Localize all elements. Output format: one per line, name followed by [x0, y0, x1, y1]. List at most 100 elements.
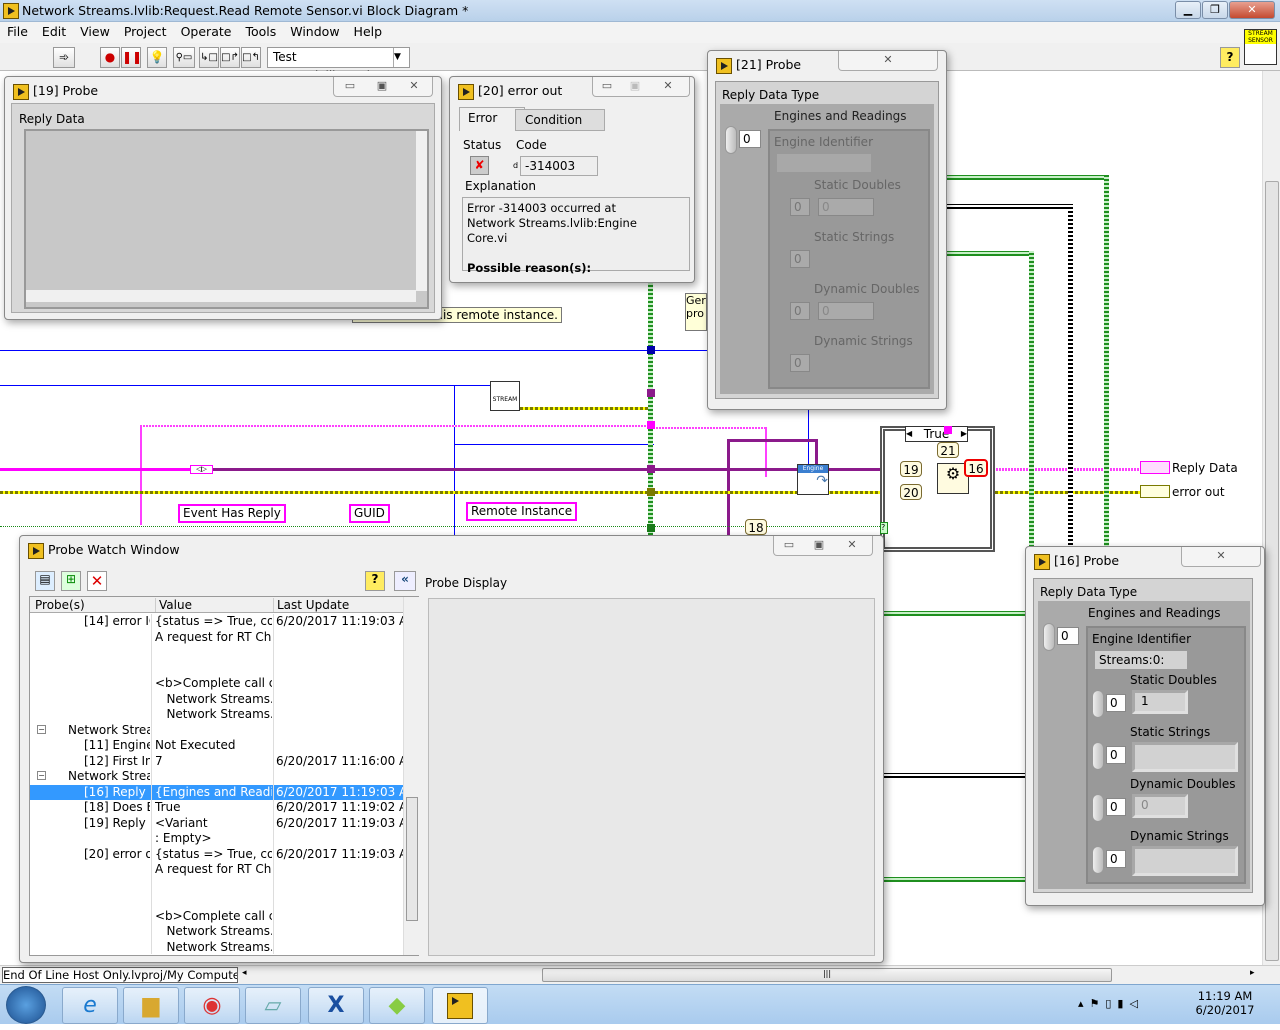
- probe-row[interactable]: [30, 645, 403, 660]
- close-button[interactable]: ✕: [1229, 1, 1275, 19]
- decrement-case-icon[interactable]: ◀: [906, 427, 912, 441]
- static-doubles-index[interactable]: 0: [1106, 694, 1126, 712]
- probe-row[interactable]: [20] error ou {status => True, code 6/20/2…: [30, 847, 403, 862]
- call-chain-dropdown[interactable]: Test Status.lvlib:Engine▼: [267, 47, 410, 83]
- static-strings-index[interactable]: 0: [1106, 746, 1126, 764]
- dynamic-doubles-spinner[interactable]: [1092, 794, 1104, 822]
- dynamic-strings-index[interactable]: 0: [1106, 850, 1126, 868]
- minimize-icon[interactable]: ▭: [593, 77, 621, 95]
- project-context[interactable]: End Of Line Host Only.lvproj/My Computer: [2, 967, 238, 983]
- minimize-button[interactable]: ▁: [1175, 1, 1201, 19]
- folder-app-icon[interactable]: ◆: [369, 987, 425, 1024]
- menu-operate[interactable]: Operate: [174, 22, 239, 41]
- probe-row[interactable]: [30, 661, 403, 676]
- scroll-thumb[interactable]: [1265, 181, 1279, 961]
- probe-row[interactable]: <b>Complete call cha: [30, 909, 403, 924]
- vi-connector-icon[interactable]: STREAM SENSOR: [1244, 29, 1277, 65]
- scroll-thumb[interactable]: [406, 797, 418, 921]
- close-icon[interactable]: ✕: [398, 77, 430, 95]
- array-index[interactable]: 0: [1057, 627, 1079, 645]
- dynamic-doubles-value[interactable]: 0: [1132, 794, 1188, 818]
- probe-group-row[interactable]: − Network Strear: [30, 769, 403, 784]
- scroll-right-icon[interactable]: ▸: [1250, 968, 1255, 978]
- start-button[interactable]: [6, 986, 46, 1024]
- dynamic-doubles-index[interactable]: 0: [1106, 798, 1126, 816]
- probe-21-label[interactable]: 21: [937, 442, 959, 458]
- scroll-left-icon[interactable]: ◂: [242, 968, 247, 978]
- collapse-display-button[interactable]: «: [394, 571, 416, 591]
- probe-20-label[interactable]: 20: [900, 484, 922, 500]
- close-icon[interactable]: ✕: [834, 536, 870, 554]
- probe-row[interactable]: Network Streams.lv: [30, 707, 403, 722]
- menu-view[interactable]: View: [73, 22, 117, 41]
- engine-identifier-field[interactable]: Streams:0:: [1094, 650, 1188, 670]
- internet-explorer-icon[interactable]: e: [62, 987, 118, 1024]
- menu-edit[interactable]: Edit: [35, 22, 73, 41]
- static-doubles-value[interactable]: 1: [1132, 690, 1188, 714]
- array-index-spinner[interactable]: [1043, 623, 1055, 651]
- maximize-icon[interactable]: ▣: [804, 536, 834, 554]
- step-into-icon[interactable]: ↳□: [199, 47, 219, 68]
- step-over-icon[interactable]: □↱: [220, 47, 240, 68]
- highlight-execution-icon[interactable]: 💡: [147, 47, 167, 68]
- probe-row[interactable]: Network Streams.lv: [30, 924, 403, 939]
- probe-row[interactable]: Network Streams.lv: [30, 692, 403, 707]
- variant-constant[interactable]: ◁▷: [190, 465, 213, 474]
- probe-list-scrollbar[interactable]: [403, 597, 419, 955]
- array-index[interactable]: 0: [739, 130, 761, 148]
- probe-18-label[interactable]: 18: [745, 519, 767, 535]
- probe-row[interactable]: : Empty>: [30, 831, 403, 846]
- explanation-text[interactable]: Error -314003 occurred at Network Stream…: [462, 197, 690, 275]
- probe-watch-window[interactable]: Probe Watch Window ▭ ▣ ✕ ▤ ⊞ ✕ ? « Probe(s…: [19, 535, 884, 963]
- collapse-toggle-icon[interactable]: −: [37, 724, 46, 734]
- probe-row[interactable]: [30, 878, 403, 893]
- step-out-icon[interactable]: □↰: [241, 47, 261, 68]
- probe-row[interactable]: Network Streams.lv: [30, 940, 403, 955]
- clock[interactable]: 11:19 AM 6/20/2017: [1195, 989, 1255, 1017]
- variant-vscroll[interactable]: [416, 131, 427, 291]
- variant-display[interactable]: [24, 129, 429, 309]
- xilinx-icon[interactable]: X: [308, 987, 364, 1024]
- reply-data-indicator[interactable]: [1140, 461, 1170, 474]
- menu-project[interactable]: Project: [117, 22, 174, 41]
- notepad-icon[interactable]: ▱: [245, 987, 301, 1024]
- minimize-icon[interactable]: ▭: [774, 536, 804, 554]
- add-probe-icon[interactable]: ⊞: [61, 571, 81, 591]
- event-has-reply-label[interactable]: Event Has Reply: [178, 504, 286, 523]
- column-probes[interactable]: Probe(s): [35, 598, 85, 612]
- minimize-icon[interactable]: ▭: [334, 77, 366, 95]
- abort-icon[interactable]: ●: [100, 47, 120, 68]
- case-selector[interactable]: ◀ True ▶: [905, 426, 968, 442]
- run-arrow-icon[interactable]: ➾: [53, 47, 75, 68]
- restore-button[interactable]: ❐: [1202, 1, 1228, 19]
- probe-group-row[interactable]: − Network Strear: [30, 723, 403, 738]
- probe-row[interactable]: [19] Reply D <Variant 6/20/2017 11:19:03 A…: [30, 816, 403, 831]
- probe-row[interactable]: [11] Engines Not Executed: [30, 738, 403, 753]
- chrome-icon[interactable]: ◉: [184, 987, 240, 1024]
- menu-tools[interactable]: Tools: [238, 22, 283, 41]
- probe-row[interactable]: A request for RT Chas: [30, 630, 403, 645]
- close-icon[interactable]: ✕: [838, 51, 938, 71]
- increment-case-icon[interactable]: ▶: [961, 427, 967, 441]
- probe-16-label[interactable]: 16: [964, 459, 988, 477]
- file-explorer-icon[interactable]: ▆: [123, 987, 179, 1024]
- probe-20-window[interactable]: [20] error out ▭ ▣ ✕ Error Condition Statu…: [449, 76, 695, 283]
- variant-hscroll[interactable]: [26, 290, 416, 302]
- probe-row[interactable]: [12] First Inc 7 6/20/2017 11:16:00 AM: [30, 754, 403, 769]
- close-icon[interactable]: ✕: [1181, 547, 1261, 567]
- pause-icon[interactable]: ❚❚: [121, 47, 142, 68]
- probe-row[interactable]: <b>Complete call cha: [30, 676, 403, 691]
- guid-label[interactable]: GUID: [349, 504, 390, 523]
- context-help-button[interactable]: ?: [1220, 47, 1240, 68]
- static-strings-spinner[interactable]: [1092, 742, 1104, 770]
- open-probe-window-icon[interactable]: ▤: [35, 571, 55, 591]
- help-button[interactable]: ?: [365, 571, 385, 591]
- collapse-toggle-icon[interactable]: −: [37, 771, 46, 780]
- horizontal-scroll-thumb[interactable]: |||: [542, 968, 1112, 982]
- probe-21-window[interactable]: [21] Probe ✕ Reply Data Type Engines and…: [707, 50, 947, 410]
- maximize-icon[interactable]: ▣: [366, 77, 398, 95]
- probe-list[interactable]: Probe(s) Value Last Update [14] error IO…: [29, 596, 419, 956]
- close-icon[interactable]: ✕: [649, 77, 687, 95]
- menu-help[interactable]: Help: [347, 22, 390, 41]
- stream-node[interactable]: STREAM: [490, 381, 520, 411]
